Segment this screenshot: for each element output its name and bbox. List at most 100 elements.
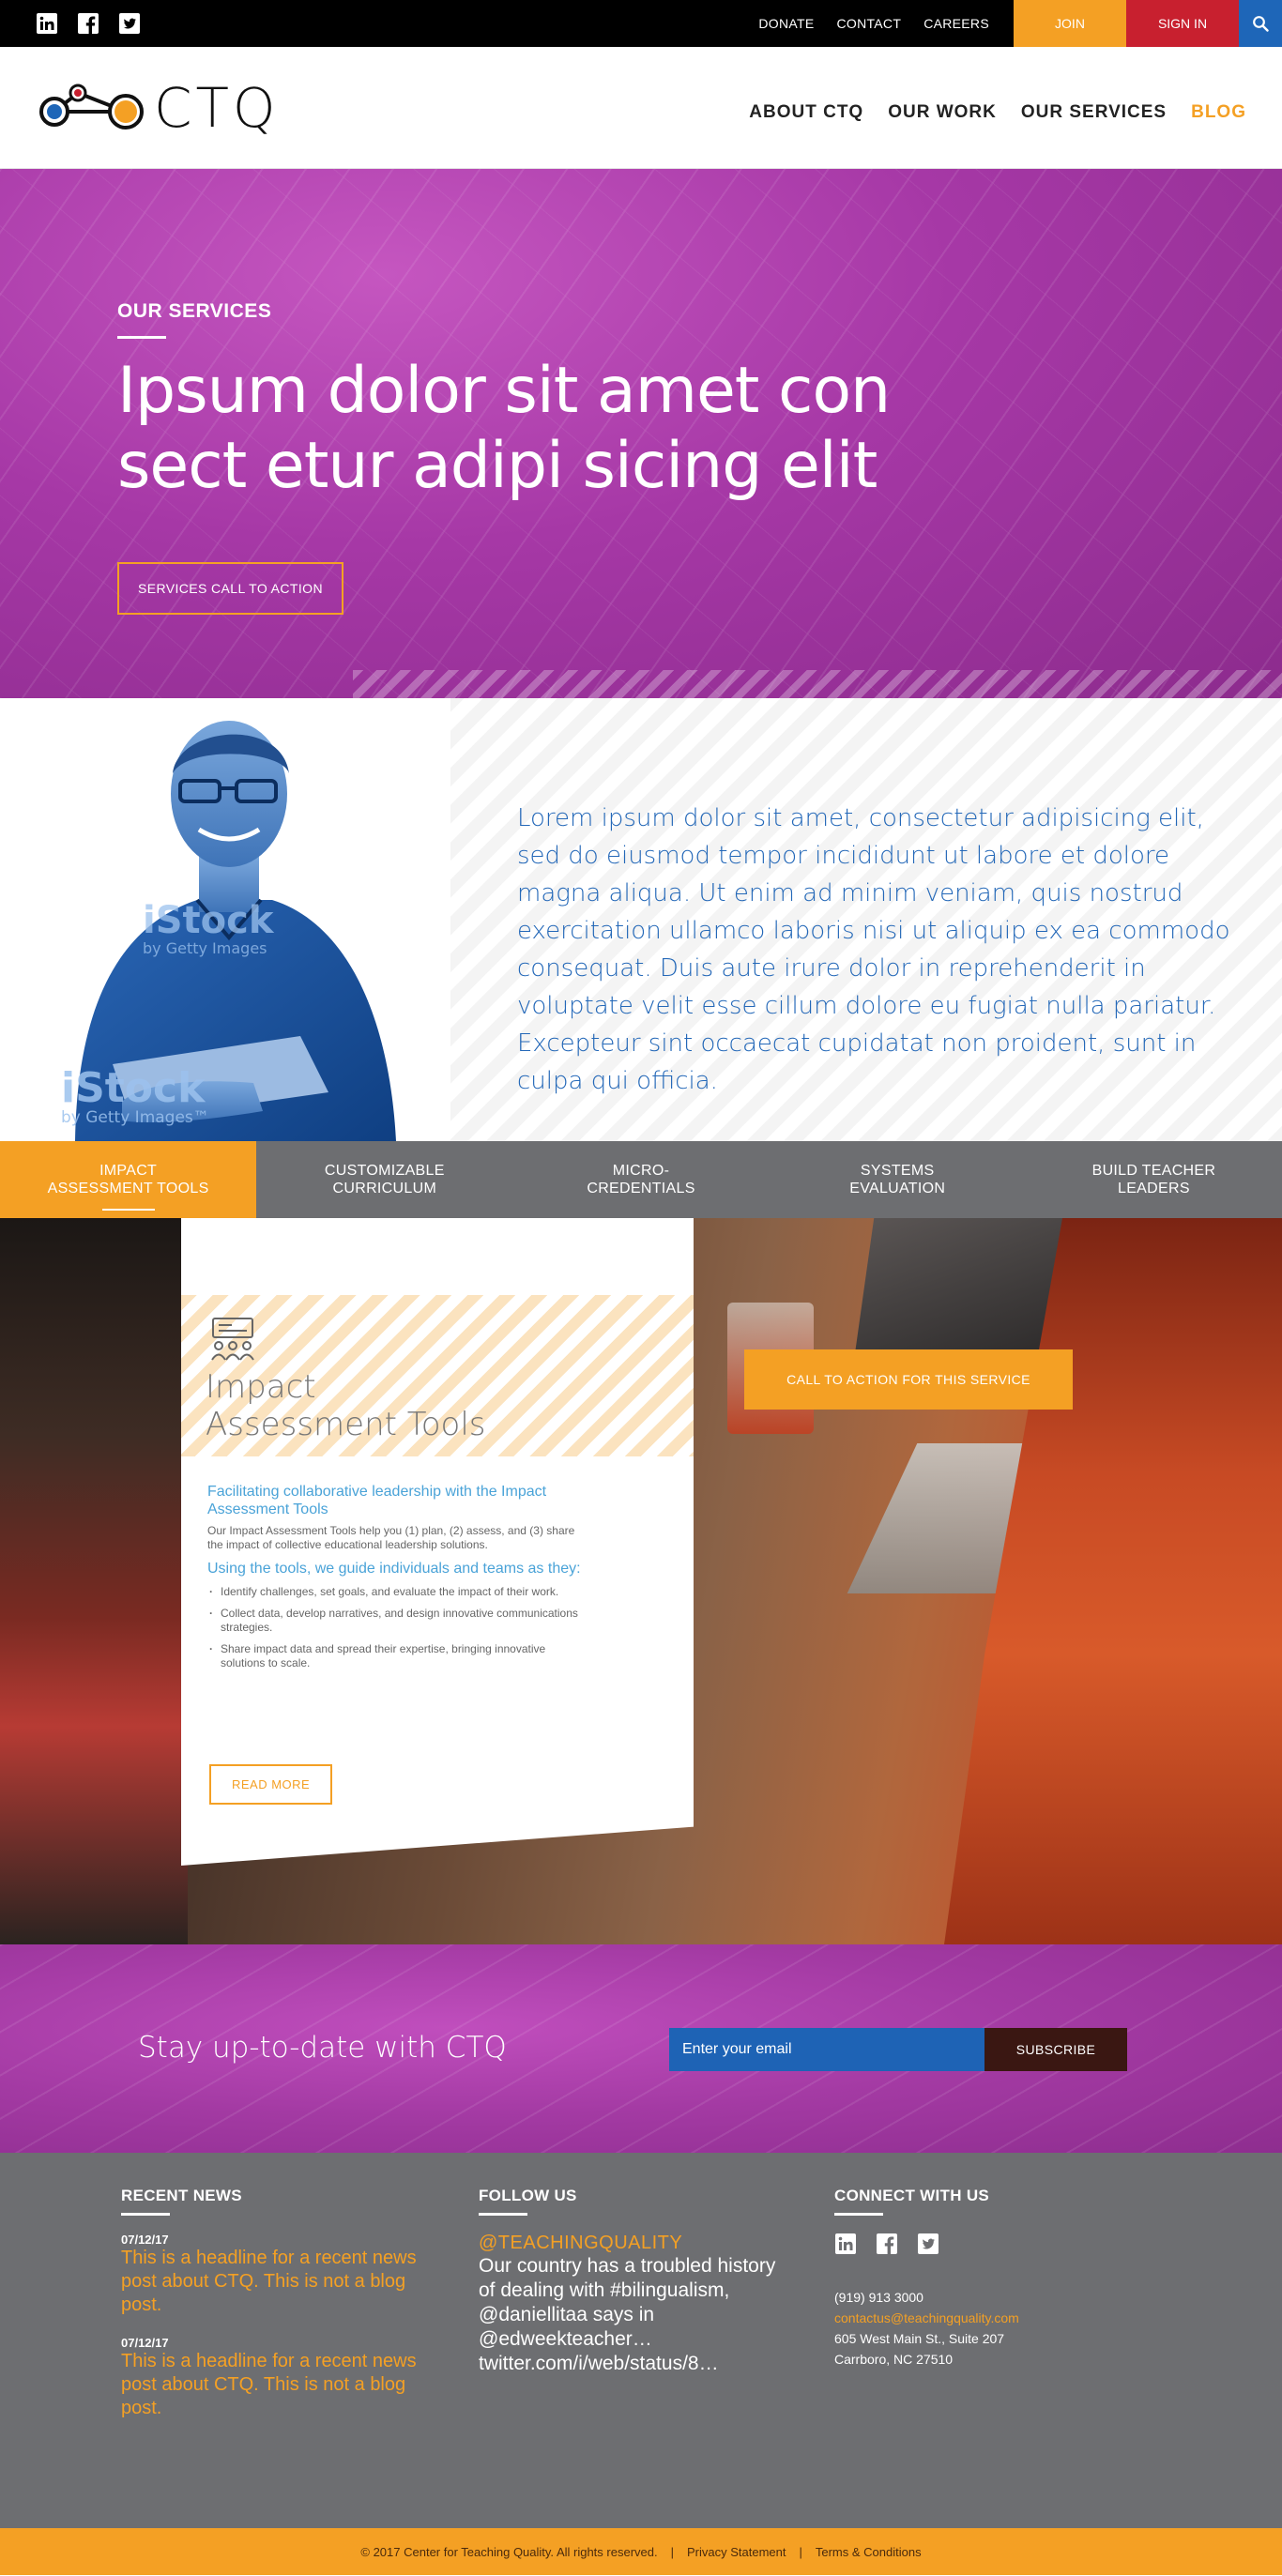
recent-news-heading: RECENT NEWS — [121, 2187, 242, 2204]
news-item: 07/12/17 This is a headline for a recent… — [121, 2233, 431, 2317]
top-utility-bar: DONATE CONTACT CAREERS JOIN SIGN IN — [0, 0, 1282, 47]
istock-watermark-1-sub: by Getty Images — [143, 939, 267, 957]
tab-label-line-2: CURRICULUM — [332, 1181, 437, 1197]
service-bullet-list: Identify challenges, set goals, and eval… — [207, 1585, 583, 1670]
assessment-tools-icon — [211, 1318, 254, 1361]
careers-link[interactable]: CAREERS — [923, 16, 989, 31]
service-description: Facilitating collaborative leadership wi… — [207, 1483, 583, 1678]
contact-link[interactable]: CONTACT — [836, 16, 901, 31]
sign-in-button[interactable]: SIGN IN — [1126, 0, 1239, 47]
ctq-logo[interactable]: CTQ — [36, 74, 280, 142]
heading-underline — [479, 2213, 527, 2216]
service-title: Impact Assessment Tools — [206, 1368, 486, 1443]
hero-eyebrow: OUR SERVICES — [117, 300, 272, 322]
latest-tweet: Our country has a troubled history of de… — [479, 2255, 776, 2374]
utility-links: DONATE CONTACT CAREERS — [758, 16, 1014, 31]
footer-social-links — [834, 2233, 1144, 2255]
donate-link[interactable]: DONATE — [758, 16, 814, 31]
heading-underline — [121, 2213, 170, 2216]
newsletter-form: SUBSCRIBE — [669, 2028, 1127, 2071]
tab-build-teacher-leaders[interactable]: BUILD TEACHER LEADERS — [1026, 1141, 1282, 1218]
nav-our-services[interactable]: OUR SERVICES — [1021, 102, 1167, 123]
privacy-statement-link[interactable]: Privacy Statement — [687, 2545, 786, 2559]
logo-mark-icon — [39, 84, 144, 130]
search-icon — [1253, 16, 1269, 32]
hero-title-line-2: sect etur adipi sicing elit — [117, 429, 878, 503]
linkedin-icon[interactable] — [36, 12, 58, 35]
follow-us-heading: FOLLOW US — [479, 2187, 577, 2204]
terms-conditions-link[interactable]: Terms & Conditions — [816, 2545, 922, 2559]
utility-actions: DONATE CONTACT CAREERS JOIN SIGN IN — [758, 0, 1282, 47]
email-input[interactable] — [669, 2028, 984, 2071]
tab-label-line-2: EVALUATION — [849, 1181, 946, 1197]
news-headline-link[interactable]: This is a headline for a recent news pos… — [121, 2247, 431, 2317]
service-title-line-2: Assessment Tools — [206, 1406, 486, 1443]
address-line-1: 605 West Main St., Suite 207 — [834, 2331, 1005, 2346]
tab-label-line-1: SYSTEMS — [860, 1163, 935, 1179]
copyright-text: © 2017 Center for Teaching Quality. All … — [360, 2544, 658, 2559]
address-line-2: Carrboro, NC 27510 — [834, 2352, 954, 2367]
nav-blog[interactable]: BLOG — [1191, 102, 1246, 123]
hero-banner: OUR SERVICES Ipsum dolor sit amet con se… — [0, 169, 1282, 698]
service-paragraph: Our Impact Assessment Tools help you (1)… — [207, 1524, 575, 1551]
hero-stripe-band — [353, 670, 1282, 698]
tab-label-line-1: IMPACT — [99, 1163, 158, 1179]
twitter-handle-link[interactable]: @TEACHINGQUALITY — [479, 2233, 788, 2254]
news-date: 07/12/17 — [121, 2233, 169, 2247]
service-tabs: IMPACT ASSESSMENT TOOLS CUSTOMIZABLE CUR… — [0, 1141, 1282, 1218]
intro-section: iStock by Getty Images iStock by Getty I… — [0, 698, 1282, 1141]
recent-news-column: RECENT NEWS 07/12/17 This is a headline … — [121, 2187, 431, 2439]
read-more-button[interactable]: READ MORE — [209, 1764, 333, 1805]
service-title-line-1: Impact — [206, 1368, 316, 1406]
join-button[interactable]: JOIN — [1014, 0, 1126, 47]
heading-underline — [834, 2213, 883, 2216]
tab-label-line-1: CUSTOMIZABLE — [324, 1163, 445, 1179]
tab-label-line-2: LEADERS — [1118, 1181, 1190, 1197]
list-item: Share impact data and spread their exper… — [207, 1642, 583, 1670]
service-detail-section: Impact Assessment Tools Facilitating col… — [0, 1218, 1282, 1944]
service-lead: Facilitating collaborative leadership wi… — [207, 1484, 547, 1517]
logo-text: CTQ — [154, 75, 280, 140]
hero-title: Ipsum dolor sit amet con sect etur adipi… — [117, 354, 924, 504]
tab-label-line-1: BUILD TEACHER — [1091, 1163, 1216, 1179]
main-navigation: ABOUT CTQ OUR WORK OUR SERVICES BLOG — [749, 93, 1246, 123]
nav-our-work[interactable]: OUR WORK — [888, 102, 997, 123]
service-card: Impact Assessment Tools Facilitating col… — [181, 1218, 694, 1866]
istock-watermark-2: iStock — [61, 1064, 206, 1112]
tab-label-line-1: MICRO- — [612, 1163, 670, 1179]
phone-number: (919) 913 3000 — [834, 2290, 923, 2305]
twitter-icon[interactable] — [118, 12, 141, 35]
list-item: Collect data, develop narratives, and de… — [207, 1607, 583, 1635]
tab-micro-credentials[interactable]: MICRO- CREDENTIALS — [512, 1141, 769, 1218]
tab-impact-assessment-tools[interactable]: IMPACT ASSESSMENT TOOLS — [0, 1141, 257, 1218]
contact-info: (919) 913 3000 contactus@teachingquality… — [834, 2287, 1144, 2370]
background-photo-left — [0, 1218, 188, 1944]
istock-watermark-2-sub: by Getty Images™ — [61, 1108, 209, 1127]
email-link[interactable]: contactus@teachingquality.com — [834, 2308, 1144, 2328]
teacher-photo: iStock by Getty Images iStock by Getty I… — [61, 721, 396, 1141]
subscribe-button[interactable]: SUBSCRIBE — [984, 2028, 1127, 2071]
twitter-icon[interactable] — [917, 2233, 939, 2255]
nav-about-ctq[interactable]: ABOUT CTQ — [749, 102, 863, 123]
intro-paragraph: Lorem ipsum dolor sit amet, consectetur … — [517, 804, 1230, 1095]
service-cta-button[interactable]: CALL TO ACTION FOR THIS SERVICE — [744, 1349, 1073, 1410]
facebook-icon[interactable] — [77, 12, 99, 35]
services-cta-button[interactable]: SERVICES CALL TO ACTION — [117, 562, 343, 615]
news-headline-link[interactable]: This is a headline for a recent news pos… — [121, 2350, 431, 2420]
service-subhead: Using the tools, we guide individuals an… — [207, 1561, 581, 1577]
connect-heading: CONNECT WITH US — [834, 2187, 990, 2204]
hero-title-line-1: Ipsum dolor sit amet con — [117, 354, 891, 428]
newsletter-section: Stay up-to-date with CTQ SUBSCRIBE — [0, 1944, 1282, 2153]
tab-customizable-curriculum[interactable]: CUSTOMIZABLE CURRICULUM — [256, 1141, 512, 1218]
search-button[interactable] — [1239, 0, 1282, 47]
connect-column: CONNECT WITH US (919) 913 3000 contactus… — [834, 2187, 1144, 2370]
site-footer: RECENT NEWS 07/12/17 This is a headline … — [0, 2153, 1282, 2528]
separator: | — [799, 2544, 802, 2559]
eyebrow-underline — [117, 336, 166, 339]
facebook-icon[interactable] — [876, 2233, 898, 2255]
hero-content: OUR SERVICES Ipsum dolor sit amet con se… — [117, 300, 924, 615]
tab-systems-evaluation[interactable]: SYSTEMS EVALUATION — [770, 1141, 1026, 1218]
linkedin-icon[interactable] — [834, 2233, 857, 2255]
separator: | — [670, 2544, 674, 2559]
tab-label-line-2: ASSESSMENT TOOLS — [47, 1181, 209, 1197]
